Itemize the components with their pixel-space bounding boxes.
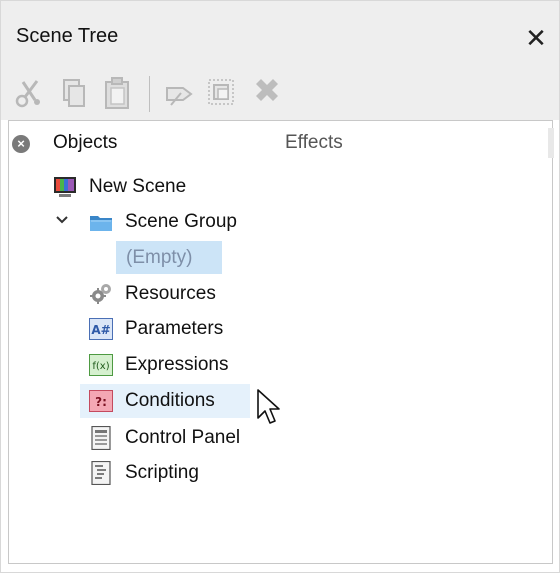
expressions-icon: f(x) bbox=[89, 354, 113, 376]
svg-text:A#: A# bbox=[91, 323, 110, 337]
tree-item-label: Expressions bbox=[125, 354, 229, 375]
chevron-down-icon[interactable] bbox=[54, 212, 70, 228]
panel-close-icon[interactable]: × bbox=[12, 135, 30, 153]
cut-button[interactable] bbox=[13, 76, 45, 110]
gears-icon bbox=[90, 284, 111, 304]
tree-item-label: Scene Group bbox=[125, 211, 237, 232]
delete-x-icon bbox=[256, 79, 278, 101]
title-bar: Scene Tree ✕ bbox=[1, 1, 559, 68]
tree-item-label: Scripting bbox=[125, 462, 199, 483]
paste-button[interactable] bbox=[101, 76, 133, 110]
tree-item-scripting[interactable]: Scripting bbox=[89, 456, 289, 490]
tree-item-label: New Scene bbox=[89, 176, 187, 197]
script-icon bbox=[91, 461, 111, 485]
copy-icon bbox=[63, 79, 85, 107]
window-title: Scene Tree bbox=[16, 25, 119, 47]
tree-item-expressions[interactable]: f(x) Expressions bbox=[89, 348, 289, 382]
tree-item-resources[interactable]: Resources bbox=[89, 277, 289, 311]
tree-item-new-scene[interactable]: New Scene bbox=[53, 170, 253, 204]
tag-icon bbox=[166, 87, 193, 106]
tab-effects[interactable]: Effects bbox=[285, 132, 343, 154]
duplicate-icon bbox=[208, 79, 234, 105]
rename-button[interactable] bbox=[163, 76, 195, 110]
tree-item-label: Resources bbox=[125, 283, 216, 304]
tree-item-empty[interactable]: (Empty) bbox=[116, 241, 222, 274]
mouse-cursor-icon bbox=[257, 389, 280, 424]
delete-button[interactable] bbox=[251, 76, 283, 110]
tab-objects[interactable]: Objects bbox=[53, 132, 117, 154]
folder-icon bbox=[90, 216, 112, 231]
toolbar bbox=[1, 68, 559, 120]
copy-button[interactable] bbox=[57, 76, 89, 110]
tree-item-label: Conditions bbox=[125, 390, 215, 411]
conditions-icon: ?: bbox=[89, 390, 113, 412]
scissors-icon bbox=[15, 80, 40, 108]
duplicate-button[interactable] bbox=[205, 76, 237, 110]
close-button[interactable]: ✕ bbox=[521, 23, 551, 53]
control-panel-icon bbox=[91, 426, 111, 450]
tree-item-label: Parameters bbox=[125, 318, 224, 339]
tree-item-label: Control Panel bbox=[125, 427, 241, 448]
tree-item-parameters[interactable]: A# Parameters bbox=[89, 312, 289, 346]
toolbar-separator bbox=[149, 76, 150, 112]
tree-item-label: (Empty) bbox=[126, 247, 193, 268]
parameters-icon: A# bbox=[89, 318, 113, 340]
paste-icon bbox=[105, 77, 129, 109]
vertical-scrollbar[interactable] bbox=[548, 128, 554, 158]
svg-text:f(x): f(x) bbox=[92, 361, 109, 372]
svg-text:?:: ?: bbox=[95, 395, 107, 409]
scene-monitor-icon bbox=[54, 177, 76, 197]
tree-item-scene-group[interactable]: Scene Group bbox=[89, 205, 289, 239]
